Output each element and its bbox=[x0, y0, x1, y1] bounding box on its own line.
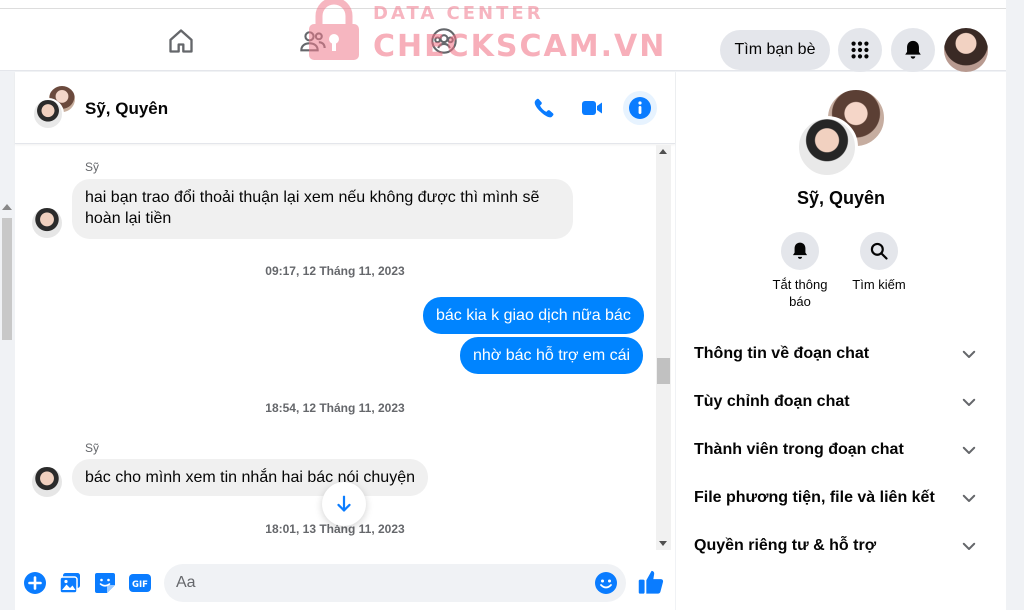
member-avatar-sy bbox=[32, 98, 64, 130]
watermark-title: CHECKSCAM.VN bbox=[373, 29, 667, 64]
gif-icon[interactable]: GIF bbox=[127, 570, 153, 596]
scroll-up-arrow-icon[interactable] bbox=[659, 149, 667, 154]
search-in-conversation-button[interactable]: Tìm kiếm bbox=[839, 232, 919, 293]
message-timestamp: 09:17, 12 Tháng 11, 2023 bbox=[265, 264, 405, 278]
watermark-subtitle: DATA CENTER bbox=[373, 3, 544, 24]
message-bubble-outgoing[interactable]: bác kia k giao dịch nữa bác bbox=[423, 297, 644, 334]
section-label: Thông tin về đoạn chat bbox=[694, 345, 870, 362]
message-text-line: hai bạn trao đổi thoải thuận lại xem nếu… bbox=[85, 189, 540, 206]
chat-title[interactable]: Sỹ, Quyên bbox=[85, 99, 168, 119]
scrollbar-thumb[interactable] bbox=[657, 358, 670, 384]
chevron-down-icon bbox=[962, 494, 976, 502]
chevron-down-icon bbox=[962, 446, 976, 454]
page-scrollbar[interactable] bbox=[0, 200, 14, 600]
scroll-up-arrow-icon[interactable] bbox=[2, 204, 12, 210]
action-label: Tắt thông báo bbox=[772, 277, 828, 309]
like-icon[interactable] bbox=[637, 568, 665, 596]
message-bubble-outgoing[interactable]: nhờ bác hỗ trợ em cái bbox=[460, 337, 644, 374]
chat-window: Sỹ, Quyên Sỹ hai bạn trao đổi thoải thuậ… bbox=[15, 72, 675, 610]
image-icon[interactable] bbox=[57, 570, 83, 596]
profile-avatar[interactable] bbox=[944, 28, 988, 72]
section-media-files-links[interactable]: File phương tiện, file và liên kết bbox=[686, 478, 986, 518]
message-sender: Sỹ bbox=[85, 441, 100, 455]
notifications-bell-icon[interactable] bbox=[891, 28, 935, 72]
sender-avatar[interactable] bbox=[32, 208, 62, 238]
sticker-icon[interactable] bbox=[92, 570, 118, 596]
message-bubble-incoming[interactable]: hai bạn trao đổi thoải thuận lại xem nếu… bbox=[72, 179, 573, 239]
message-timestamp: 18:54, 12 Tháng 11, 2023 bbox=[265, 401, 405, 415]
scrollbar-thumb[interactable] bbox=[2, 218, 12, 340]
gif-label: GIF bbox=[132, 580, 148, 590]
search-icon bbox=[870, 242, 888, 260]
search-icon-circle bbox=[860, 232, 898, 270]
section-label: Quyền riêng tư & hỗ trợ bbox=[694, 537, 877, 554]
scroll-to-bottom-button[interactable] bbox=[322, 482, 366, 526]
chat-scrollbar[interactable] bbox=[656, 145, 671, 550]
section-chat-members[interactable]: Thành viên trong đoạn chat bbox=[686, 430, 986, 470]
section-chat-info[interactable]: Thông tin về đoạn chat bbox=[686, 334, 986, 374]
phone-icon[interactable] bbox=[529, 93, 559, 123]
bell-icon bbox=[792, 242, 808, 259]
message-bubble-incoming[interactable]: bác cho mình xem tin nhắn hai bác nói ch… bbox=[72, 459, 428, 496]
section-label: Tùy chỉnh đoạn chat bbox=[694, 393, 850, 410]
conversation-name: Sỹ, Quyên bbox=[796, 188, 886, 208]
chevron-down-icon bbox=[962, 350, 976, 358]
arrow-down-icon bbox=[337, 495, 351, 512]
message-composer: GIF bbox=[15, 556, 675, 610]
lock-icon bbox=[309, 0, 359, 60]
find-friends-button[interactable]: Tìm bạn bè bbox=[720, 30, 830, 70]
info-icon[interactable] bbox=[623, 91, 657, 125]
conversation-info-panel: Sỹ, Quyên Tắt thông báo Tìm kiếm Thông t… bbox=[676, 72, 1006, 610]
message-text-line: hoàn lại tiền bbox=[85, 210, 172, 227]
page-right-edge bbox=[1006, 0, 1024, 610]
message-sender: Sỹ bbox=[85, 160, 100, 174]
section-label: Thành viên trong đoạn chat bbox=[694, 441, 904, 458]
video-call-icon[interactable] bbox=[577, 93, 607, 123]
home-icon[interactable] bbox=[166, 26, 196, 56]
message-input-wrapper bbox=[164, 564, 626, 602]
plus-icon[interactable] bbox=[22, 570, 48, 596]
emoji-icon[interactable] bbox=[594, 571, 618, 595]
sender-avatar[interactable] bbox=[32, 467, 62, 497]
section-customize-chat[interactable]: Tùy chỉnh đoạn chat bbox=[686, 382, 986, 422]
section-privacy-support[interactable]: Quyền riêng tư & hỗ trợ bbox=[686, 526, 986, 566]
mute-notifications-button[interactable]: Tắt thông báo bbox=[760, 232, 840, 310]
member-avatar-sy bbox=[796, 116, 858, 178]
message-input[interactable] bbox=[176, 564, 586, 602]
chat-header: Sỹ, Quyên bbox=[15, 72, 675, 144]
action-label: Tìm kiếm bbox=[852, 277, 906, 292]
chevron-down-icon bbox=[962, 542, 976, 550]
bell-icon-circle bbox=[781, 232, 819, 270]
menu-grid-icon[interactable] bbox=[838, 28, 882, 72]
scroll-down-arrow-icon[interactable] bbox=[659, 541, 667, 546]
section-label: File phương tiện, file và liên kết bbox=[694, 489, 935, 506]
chevron-down-icon bbox=[962, 398, 976, 406]
